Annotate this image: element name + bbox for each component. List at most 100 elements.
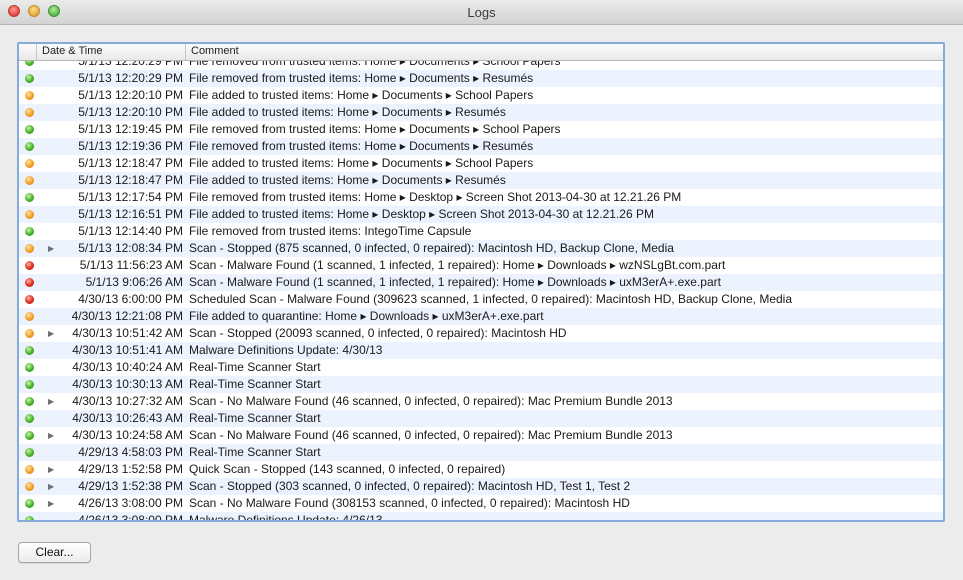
table-row[interactable]: ▶ 4/30/13 10:27:32 AM Scan - No Malware Fo…	[19, 393, 943, 410]
status-orange-icon	[25, 482, 34, 491]
row-date: 4/26/13 3:08:00 PM	[78, 513, 183, 521]
row-date: 5/1/13 12:19:45 PM	[78, 122, 183, 136]
row-date: 4/30/13 10:26:43 AM	[72, 411, 183, 425]
row-date: 4/30/13 10:51:42 AM	[72, 326, 183, 340]
table-row[interactable]: 5/1/13 12:19:36 PM File removed from trus…	[19, 138, 943, 155]
row-date: 5/1/13 12:16:51 PM	[78, 207, 183, 221]
table-row[interactable]: ▶ 5/1/13 12:08:34 PM Scan - Stopped (875 s…	[19, 240, 943, 257]
table-row[interactable]: 4/30/13 10:40:24 AM Real-Time Scanner Sta…	[19, 359, 943, 376]
table-row[interactable]: ▶ 4/30/13 10:24:58 AM Scan - No Malware Fo…	[19, 427, 943, 444]
table-row[interactable]: 4/30/13 10:30:13 AM Real-Time Scanner Sta…	[19, 376, 943, 393]
table-row[interactable]: 5/1/13 12:17:54 PM File removed from trus…	[19, 189, 943, 206]
table-row[interactable]: 5/1/13 9:06:26 AM Scan - Malware Found (1…	[19, 274, 943, 291]
disclosure-triangle-icon[interactable]: ▶	[48, 461, 54, 478]
table-row[interactable]: 5/1/13 12:20:10 PM File added to trusted …	[19, 104, 943, 121]
row-comment: Scan - No Malware Found (46 scanned, 0 i…	[189, 394, 673, 408]
status-orange-icon	[25, 210, 34, 219]
status-green-icon	[25, 414, 34, 423]
clear-button[interactable]: Clear...	[18, 542, 91, 563]
row-comment: Real-Time Scanner Start	[189, 411, 321, 425]
table-row[interactable]: 4/26/13 3:08:00 PM Malware Definitions Up…	[19, 512, 943, 521]
disclosure-triangle-icon[interactable]: ▶	[48, 240, 54, 257]
status-orange-icon	[25, 159, 34, 168]
title-bar: Logs	[0, 0, 963, 25]
row-comment: Scan - Malware Found (1 scanned, 1 infec…	[189, 258, 726, 272]
status-green-icon	[25, 431, 34, 440]
table-row[interactable]: 4/30/13 12:21:08 PM File added to quarant…	[19, 308, 943, 325]
status-green-icon	[25, 516, 34, 520]
disclosure-triangle-icon[interactable]: ▶	[48, 478, 54, 495]
table-row[interactable]: ▶ 4/29/13 1:52:38 PM Scan - Stopped (303 s…	[19, 478, 943, 495]
row-date: 4/29/13 1:52:58 PM	[78, 462, 183, 476]
table-row[interactable]: 5/1/13 12:20:29 PM File removed from trus…	[19, 70, 943, 87]
status-orange-icon	[25, 329, 34, 338]
row-comment: File removed from trusted items: Home ▸ …	[189, 139, 534, 153]
row-comment: Scan - Malware Found (1 scanned, 1 infec…	[189, 275, 721, 289]
log-rows: 5/1/13 12:20:29 PM File removed from trus…	[19, 61, 943, 521]
row-comment: Scan - Stopped (303 scanned, 0 infected,…	[189, 479, 631, 493]
table-row[interactable]: 5/1/13 12:16:51 PM File added to trusted …	[19, 206, 943, 223]
row-comment: Scan - Stopped (20093 scanned, 0 infecte…	[189, 326, 567, 340]
row-date: 4/30/13 6:00:00 PM	[78, 292, 183, 306]
row-comment: Scan - No Malware Found (46 scanned, 0 i…	[189, 428, 673, 442]
disclosure-triangle-icon[interactable]: ▶	[48, 495, 54, 512]
row-comment: Quick Scan - Stopped (143 scanned, 0 inf…	[189, 462, 506, 476]
table-row[interactable]: ▶ 4/26/13 3:08:00 PM Scan - No Malware Fou…	[19, 495, 943, 512]
row-comment: File removed from trusted items: Home ▸ …	[189, 71, 534, 85]
row-date: 5/1/13 12:18:47 PM	[78, 173, 183, 187]
status-orange-icon	[25, 91, 34, 100]
row-comment: Real-Time Scanner Start	[189, 445, 321, 459]
row-comment: File added to quarantine: Home ▸ Downloa…	[189, 309, 544, 323]
status-green-icon	[25, 193, 34, 202]
status-green-icon	[25, 499, 34, 508]
row-comment: File removed from trusted items: Home ▸ …	[189, 190, 682, 204]
table-row[interactable]: 4/29/13 4:58:03 PM Real-Time Scanner Star…	[19, 444, 943, 461]
disclosure-triangle-icon[interactable]: ▶	[48, 393, 54, 410]
table-row[interactable]: 4/30/13 6:00:00 PM Scheduled Scan - Malwa…	[19, 291, 943, 308]
disclosure-triangle-icon[interactable]: ▶	[48, 325, 54, 342]
table-row[interactable]: 5/1/13 12:20:10 PM File added to trusted …	[19, 87, 943, 104]
row-date: 4/30/13 10:40:24 AM	[72, 360, 183, 374]
table-row[interactable]: 5/1/13 12:19:45 PM File removed from trus…	[19, 121, 943, 138]
disclosure-triangle-icon[interactable]: ▶	[48, 427, 54, 444]
table-row[interactable]: 4/30/13 10:51:41 AM Malware Definitions U…	[19, 342, 943, 359]
column-header-date[interactable]: Date & Time	[42, 45, 103, 57]
row-date: 5/1/13 9:06:26 AM	[85, 275, 183, 289]
status-green-icon	[25, 448, 34, 457]
status-red-icon	[25, 261, 34, 270]
log-table[interactable]: Date & Time Comment 5/1/13 12:20:29 PM Fi…	[17, 42, 945, 522]
status-green-icon	[25, 380, 34, 389]
row-comment: File added to trusted items: Home ▸ Docu…	[189, 156, 534, 170]
table-row[interactable]: 5/1/13 12:18:47 PM File added to trusted …	[19, 155, 943, 172]
status-green-icon	[25, 363, 34, 372]
row-comment: Malware Definitions Update: 4/30/13	[189, 343, 383, 357]
column-separator[interactable]	[36, 44, 37, 60]
row-comment: File added to trusted items: Home ▸ Docu…	[189, 88, 534, 102]
table-row[interactable]: 5/1/13 12:20:29 PM File removed from trus…	[19, 61, 943, 70]
status-red-icon	[25, 278, 34, 287]
table-row[interactable]: ▶ 4/29/13 1:52:58 PM Quick Scan - Stopped …	[19, 461, 943, 478]
table-body[interactable]: 5/1/13 12:20:29 PM File removed from trus…	[19, 61, 943, 521]
row-date: 4/30/13 10:24:58 AM	[72, 428, 183, 442]
row-date: 4/26/13 3:08:00 PM	[78, 496, 183, 510]
row-date: 5/1/13 12:20:29 PM	[78, 61, 183, 68]
row-date: 5/1/13 12:20:29 PM	[78, 71, 183, 85]
row-date: 5/1/13 12:20:10 PM	[78, 88, 183, 102]
table-header: Date & Time Comment	[19, 44, 943, 61]
status-green-icon	[25, 74, 34, 83]
column-header-comment[interactable]: Comment	[191, 45, 239, 57]
table-row[interactable]: 5/1/13 12:18:47 PM File added to trusted …	[19, 172, 943, 189]
column-separator[interactable]	[185, 44, 186, 60]
row-comment: File added to trusted items: Home ▸ Desk…	[189, 207, 654, 221]
row-date: 5/1/13 12:18:47 PM	[78, 156, 183, 170]
table-row[interactable]: 4/30/13 10:26:43 AM Real-Time Scanner Sta…	[19, 410, 943, 427]
status-red-icon	[25, 295, 34, 304]
table-row[interactable]: 5/1/13 12:14:40 PM File removed from trus…	[19, 223, 943, 240]
row-date: 4/29/13 1:52:38 PM	[78, 479, 183, 493]
row-date: 5/1/13 12:14:40 PM	[78, 224, 183, 238]
table-row[interactable]: 5/1/13 11:56:23 AM Scan - Malware Found (…	[19, 257, 943, 274]
row-comment: File added to trusted items: Home ▸ Docu…	[189, 105, 506, 119]
row-comment: Real-Time Scanner Start	[189, 360, 321, 374]
status-orange-icon	[25, 244, 34, 253]
table-row[interactable]: ▶ 4/30/13 10:51:42 AM Scan - Stopped (2009…	[19, 325, 943, 342]
